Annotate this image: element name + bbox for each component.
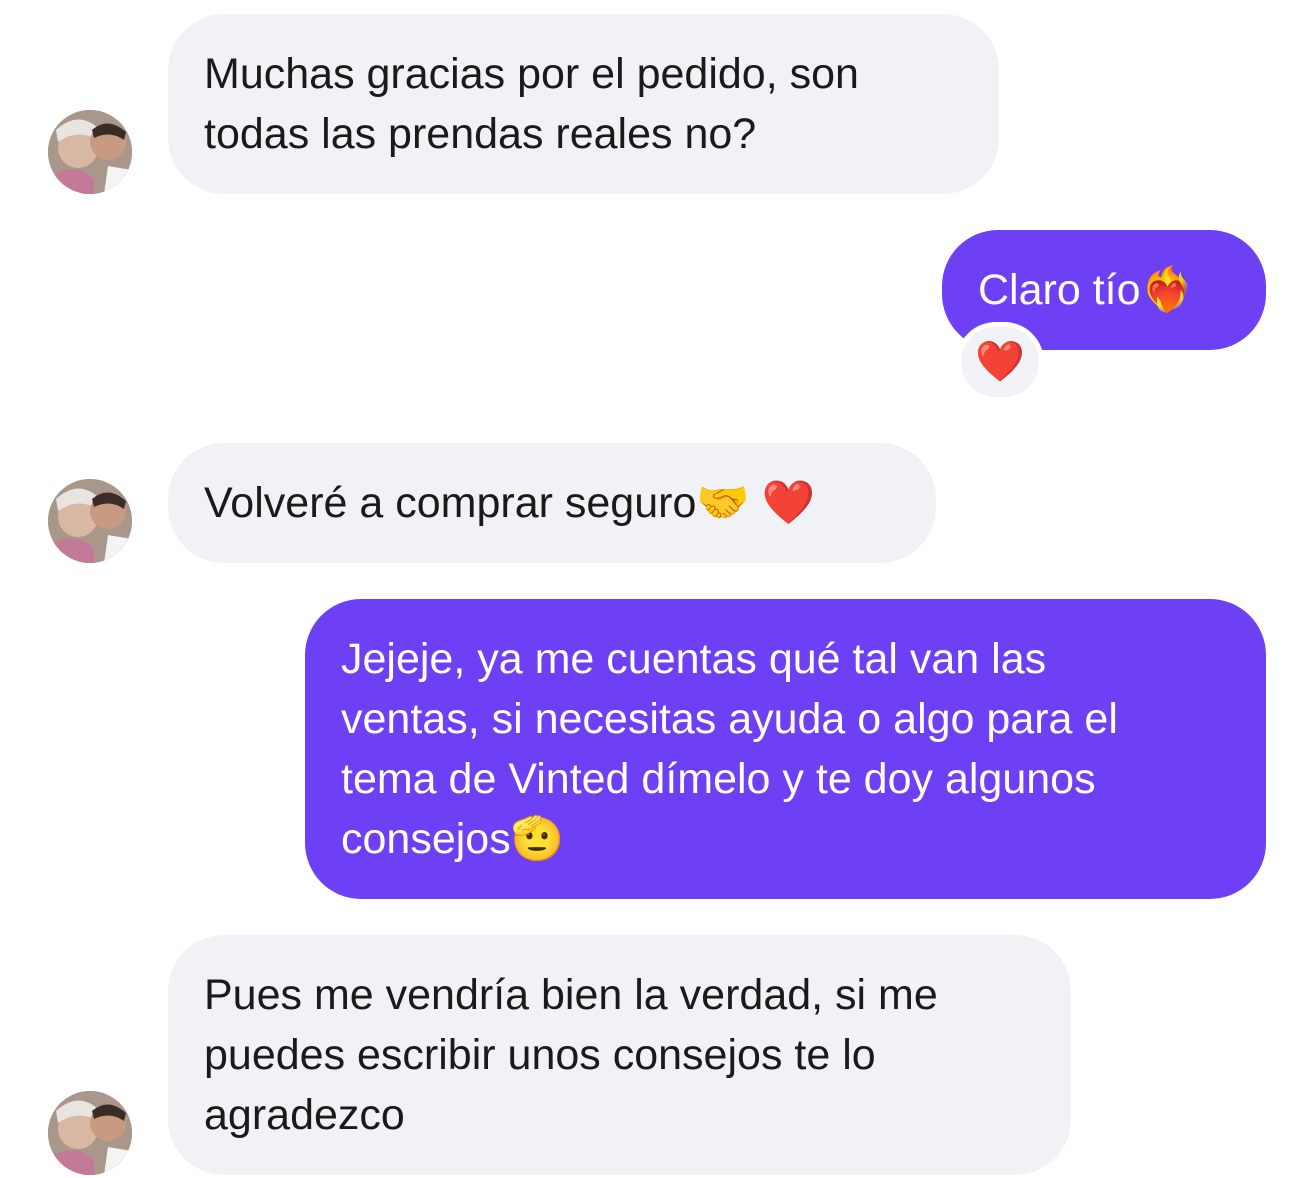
heart-reaction-icon[interactable]: ❤️	[956, 322, 1044, 402]
contact-photo-icon	[48, 479, 132, 563]
contact-avatar[interactable]	[48, 110, 132, 194]
contact-photo-icon	[48, 1091, 132, 1175]
message-bubble-incoming[interactable]: Muchas gracias por el pedido, son todas …	[168, 14, 999, 194]
message-bubble-incoming[interactable]: Volveré a comprar seguro🤝 ❤️	[168, 443, 936, 563]
contact-avatar[interactable]	[48, 1091, 132, 1175]
message-bubble-outgoing[interactable]: Jejeje, ya me cuentas qué tal van las ve…	[305, 599, 1266, 899]
message-bubble-incoming[interactable]: Pues me vendría bien la verdad, si me pu…	[168, 935, 1071, 1175]
contact-photo-icon	[48, 110, 132, 194]
contact-avatar[interactable]	[48, 479, 132, 563]
chat-thread: Muchas gracias por el pedido, son todas …	[0, 0, 1290, 1178]
